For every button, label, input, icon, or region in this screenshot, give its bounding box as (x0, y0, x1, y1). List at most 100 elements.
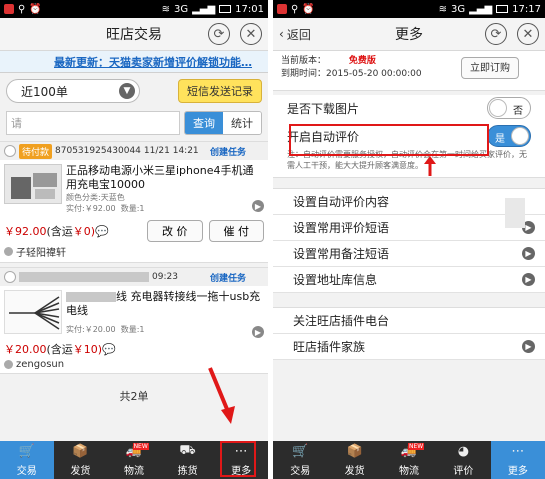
chevron-right-icon: ▶ (522, 273, 535, 286)
title-bar: ‹ 返回 更多 ⟳ ✕ (273, 18, 545, 51)
chevron-down-icon: ▼ (119, 83, 135, 99)
search-input[interactable]: 请 (6, 111, 180, 135)
annotation-arrow (208, 367, 235, 424)
back-label: 返回 (286, 27, 311, 42)
order-price: ￥92.00(含运￥0)💬 (4, 223, 109, 239)
tab-label: 拣货 (177, 465, 198, 477)
usb-icon: ⚲ (291, 3, 299, 15)
product-thumbnail (4, 164, 62, 204)
chat-icon[interactable]: 💬 (102, 343, 116, 356)
order-time: 09:23 (152, 272, 178, 282)
menu-label: 关注旺店插件电台 (293, 314, 390, 328)
wifi-icon: ≋ (161, 3, 170, 15)
paid-amount: 实付:￥92.00 (66, 204, 116, 213)
query-segment: 查询 统计 (184, 111, 262, 135)
tab-ship[interactable]: 📦 发货 (327, 441, 381, 479)
order-checkbox[interactable] (4, 271, 16, 283)
remind-pay-button[interactable]: 催 付 (208, 220, 264, 242)
tab-logistics[interactable]: NEW 🚚 物流 (382, 441, 436, 479)
signal-label: 3G (173, 3, 189, 15)
menu-item-plugin-family[interactable]: 旺店插件家族 ▶ (273, 334, 545, 360)
order-price: ￥20.00(含运￥10)💬 (4, 341, 116, 357)
update-notice-link[interactable]: 最新更新：天猫卖家新增评价解锁功能… (0, 51, 268, 73)
chat-icon[interactable]: 💬 (95, 225, 109, 238)
order-header: 09:23 创建任务 (0, 268, 268, 286)
order-range-select[interactable]: 近100单 ▼ (6, 79, 140, 103)
alarm-icon: ⏰ (302, 3, 315, 15)
menu-item-address-book[interactable]: 设置地址库信息 ▶ (273, 267, 545, 293)
chevron-right-icon[interactable]: ▶ (252, 326, 264, 338)
stats-button[interactable]: 统计 (223, 112, 261, 134)
order-card[interactable]: 待付款 870531925430044 11/21 14:21 创建任务 正品移… (0, 141, 268, 263)
product-title: 线 充电器转接线一拖十usb充电线 (66, 290, 264, 318)
order-card[interactable]: 09:23 创建任务 线 充电器转接线一拖十usb充电线 实付:￥20.00 数… (0, 267, 268, 374)
refresh-icon[interactable]: ⟳ (485, 23, 507, 45)
shipping-fee: ￥0) (72, 225, 96, 238)
shipping-fee: ￥10) (72, 343, 103, 356)
battery-icon (219, 5, 232, 13)
tab-label: 物流 (399, 465, 420, 477)
chevron-right-icon[interactable]: ▶ (252, 200, 264, 212)
tab-logistics[interactable]: NEW 🚚 物流 (107, 441, 161, 479)
order-range-value: 近100单 (21, 84, 68, 99)
product-color: 颜色分类:天蓝色 (66, 193, 125, 202)
clock: 17:17 (512, 3, 541, 15)
app-notification-icon (4, 4, 14, 14)
title-bar: 旺店交易 ⟳ ✕ (0, 18, 268, 51)
tab-review[interactable]: ◕ 评价 (436, 441, 490, 479)
plugin-menu: 关注旺店插件电台 旺店插件家族 ▶ (273, 307, 545, 360)
tab-more[interactable]: ⋯ 更多 (490, 441, 545, 479)
expiry-value: 2015-05-20 00:00:00 (326, 69, 422, 79)
sms-record-button[interactable]: 短信发送记录 (178, 79, 262, 103)
change-price-button[interactable]: 改 价 (147, 220, 203, 242)
new-badge: NEW (408, 443, 425, 450)
expiry-label: 到期时间： (281, 69, 327, 79)
pacman-icon: ◕ (457, 444, 470, 459)
left-screen: ⚲ ⏰ ≋ 3G ▂▄▆ 17:01 旺店交易 ⟳ ✕ 最新更新：天猫卖家新增评价解锁功… (0, 0, 268, 479)
tab-trade[interactable]: 🛒 交易 (0, 441, 54, 479)
menu-item-plugin-radio[interactable]: 关注旺店插件电台 (273, 308, 545, 334)
toggle-label: 是否下载图片 (287, 101, 360, 116)
wifi-icon: ≋ (438, 3, 447, 15)
tab-label: 发货 (344, 465, 365, 477)
tab-ship[interactable]: 📦 发货 (54, 441, 108, 479)
create-task-link[interactable]: 创建任务 (210, 145, 246, 158)
alarm-icon: ⏰ (29, 3, 42, 15)
subscribe-button[interactable]: 立即订购 (461, 57, 519, 79)
price-value: ￥20.00 (4, 343, 47, 356)
close-icon[interactable]: ✕ (517, 23, 539, 45)
query-button[interactable]: 查询 (185, 112, 223, 134)
menu-item-note-phrases[interactable]: 设置常用备注短语 ▶ (273, 241, 545, 267)
clock: 17:01 (235, 3, 264, 15)
menu-label: 设置常用备注短语 (293, 247, 390, 261)
tab-label: 更多 (507, 465, 528, 477)
buyer-name: zengosun (16, 359, 65, 370)
signal-icon: ▂▄▆ (192, 3, 216, 15)
menu-label: 设置地址库信息 (293, 273, 378, 287)
close-icon[interactable]: ✕ (240, 23, 262, 45)
back-button[interactable]: ‹ 返回 (279, 26, 311, 43)
switch-state: 否 (513, 106, 523, 117)
app-notification-icon (277, 4, 287, 14)
highlight-box (289, 124, 489, 156)
hand-cart-icon: ⛟ (179, 443, 196, 458)
new-badge: NEW (132, 443, 149, 450)
refresh-icon[interactable]: ⟳ (208, 23, 230, 45)
switch-knob (511, 127, 529, 145)
order-checkbox[interactable] (4, 145, 16, 157)
chevron-right-icon: ▶ (522, 340, 535, 353)
price-value: ￥92.00 (4, 225, 47, 238)
product-title: 正品移动电源小米三星iphone4手机通用充电宝10000 (66, 164, 254, 191)
tab-label: 发货 (70, 465, 91, 477)
order-time: 11/21 14:21 (143, 146, 199, 156)
annotation-arrow (424, 156, 436, 176)
tab-label: 交易 (16, 465, 37, 477)
tab-pick[interactable]: ⛟ 拣货 (161, 441, 215, 479)
auto-review-switch[interactable]: 是 (487, 125, 531, 147)
right-screen: ⚲ ⏰ ≋ 3G ▂▄▆ 17:17 ‹ 返回 更多 ⟳ ✕ 当前版本： 免费版 到期时间… (273, 0, 545, 479)
tab-trade[interactable]: 🛒 交易 (273, 441, 327, 479)
download-images-switch[interactable]: 否 (487, 97, 531, 119)
create-task-link[interactable]: 创建任务 (210, 271, 246, 284)
back-chevron-icon: ‹ (279, 27, 284, 41)
bottom-tab-bar: 🛒 交易 📦 发货 NEW 🚚 物流 ◕ 评价 ⋯ 更多 (273, 441, 545, 479)
